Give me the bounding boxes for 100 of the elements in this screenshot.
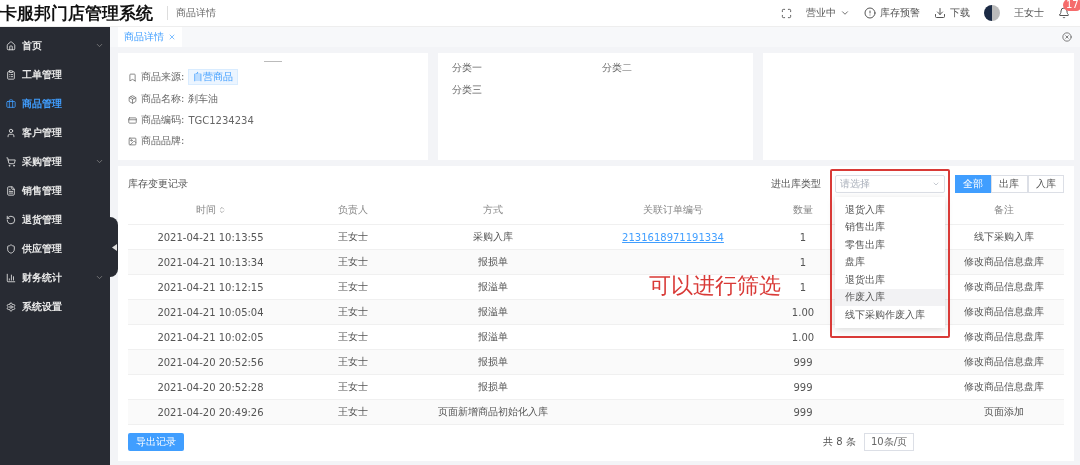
total-count: 共 8 条 xyxy=(823,435,856,449)
table-cell-text: 2021-04-21 10:05:04 xyxy=(156,306,265,318)
sidebar-item[interactable]: 客户管理 xyxy=(0,118,110,147)
table-cell-text: 修改商品信息盘库 xyxy=(962,255,1045,269)
clipboard-icon xyxy=(6,69,16,80)
toolbar-action[interactable]: 下载 xyxy=(934,6,970,20)
cart-icon xyxy=(6,156,16,167)
table-cell-text: 报溢单 xyxy=(477,280,509,294)
table-cell-text: 修改商品信息盘库 xyxy=(962,305,1045,319)
sidebar-item[interactable]: 商品管理 xyxy=(0,89,110,118)
category-label: 分类二 xyxy=(602,61,633,75)
home-icon xyxy=(6,40,16,51)
table-cell-text: 采购入库 xyxy=(472,230,514,244)
table-cell-text: 王女士 xyxy=(337,330,369,344)
sidebar-item[interactable]: 供应管理 xyxy=(0,234,110,263)
app-logo: 卡服邦门店管理系统 xyxy=(0,1,153,25)
table-cell-text: 2021-04-20 20:49:26 xyxy=(156,406,265,418)
avatar[interactable] xyxy=(984,5,1000,21)
column-header: 方式 xyxy=(482,203,504,217)
sidebar-item[interactable]: 系统设置 xyxy=(0,292,110,321)
category-label: 分类一 xyxy=(452,61,483,75)
chevron-icon xyxy=(840,8,850,18)
field-value: TGC1234234 xyxy=(188,114,254,126)
table-cell-text: 2021-04-21 10:02:05 xyxy=(156,331,265,343)
table-cell-text: 修改商品信息盘库 xyxy=(962,280,1045,294)
undo-icon xyxy=(6,214,16,225)
dropdown-option[interactable]: 线下采购作废入库 xyxy=(835,306,945,324)
table-cell-text: 线下采购入库 xyxy=(972,230,1035,244)
dropdown-option[interactable]: 零售出库 xyxy=(835,236,945,254)
settings-icon xyxy=(6,301,16,312)
close-all-icon[interactable] xyxy=(1062,32,1072,42)
segment-button[interactable]: 出库 xyxy=(991,175,1028,193)
table-cell-text: 王女士 xyxy=(337,405,369,419)
breadcrumb: 商品详情 xyxy=(167,6,216,20)
table-cell-text: 王女士 xyxy=(337,355,369,369)
table-cell-text: 1 xyxy=(798,256,808,268)
panel-title: 库存变更记录 xyxy=(128,177,188,191)
table-cell-text: 页面新增商品初始化入库 xyxy=(437,405,549,419)
annotation-text: 可以进行筛选 xyxy=(649,272,781,300)
column-header[interactable]: 时间 xyxy=(128,203,293,217)
user-name[interactable]: 王女士 xyxy=(1014,6,1044,20)
user-icon xyxy=(6,127,16,138)
sidebar-item[interactable]: 工单管理 xyxy=(0,60,110,89)
collapse-handle[interactable] xyxy=(110,217,118,277)
page-size-select[interactable]: 10条/页 xyxy=(863,433,914,451)
sidebar-item[interactable]: 销售管理 xyxy=(0,176,110,205)
dropdown-option[interactable]: 退货出库 xyxy=(835,271,945,289)
chevron-icon xyxy=(932,180,940,188)
fullscreen-icon[interactable] xyxy=(781,7,792,19)
table-cell-text: 王女士 xyxy=(337,230,369,244)
bar-chart-icon xyxy=(6,272,16,283)
category-label: 分类三 xyxy=(452,83,483,97)
table-cell-text: 王女士 xyxy=(337,280,369,294)
table-cell-text: 王女士 xyxy=(337,305,369,319)
table-cell-text: 2021-04-21 10:13:34 xyxy=(156,256,265,268)
box-icon xyxy=(128,94,137,104)
table-cell-text: 页面添加 xyxy=(982,405,1025,419)
table-cell-text: 1 xyxy=(798,231,808,243)
table-cell-text: 2021-04-21 10:13:55 xyxy=(156,231,265,243)
segment-button[interactable]: 入库 xyxy=(1027,175,1064,193)
sidebar-item[interactable]: 财务统计 xyxy=(0,263,110,292)
field-label: 商品来源: xyxy=(141,70,185,84)
download-icon xyxy=(934,7,946,19)
status-dropdown[interactable]: 营业中 xyxy=(806,6,850,20)
table-cell-text: 999 xyxy=(792,381,814,393)
table-cell-text: 王女士 xyxy=(337,380,369,394)
column-header: 负责人 xyxy=(337,203,369,217)
field-label: 商品品牌: xyxy=(141,134,185,148)
alert-icon xyxy=(864,7,876,19)
toolbar-action[interactable]: 库存预警 xyxy=(864,6,920,20)
column-header: 数量 xyxy=(792,203,814,217)
field-label: 商品编码: xyxy=(141,113,185,127)
table-cell-text: 2021-04-21 10:12:15 xyxy=(156,281,265,293)
table-cell-text: 2021-04-20 20:52:28 xyxy=(156,381,265,393)
table-cell-text: 修改商品信息盘库 xyxy=(962,330,1045,344)
sidebar-item[interactable]: 首页 xyxy=(0,31,110,60)
filter-label: 进出库类型 xyxy=(771,177,821,191)
image-icon xyxy=(128,136,137,146)
bookmark-icon xyxy=(128,72,137,82)
dropdown-option[interactable]: 退货入库 xyxy=(835,201,945,219)
table-cell-text: 1.00 xyxy=(790,306,816,318)
briefcase-icon xyxy=(6,98,16,109)
table-cell-text: 王女士 xyxy=(337,255,369,269)
sidebar-item[interactable]: 采购管理 xyxy=(0,147,110,176)
field-label: 商品名称: xyxy=(141,92,185,106)
notification-badge: 17 xyxy=(1063,0,1080,11)
table-cell-text: 1 xyxy=(798,281,808,293)
sidebar-item[interactable]: 退货管理 xyxy=(0,205,110,234)
table-cell-text: 报损单 xyxy=(477,355,509,369)
bell-icon[interactable] xyxy=(1058,7,1070,19)
table-cell-text: 报损单 xyxy=(477,255,509,269)
column-header: 关联订单编号 xyxy=(642,203,704,217)
table-cell-text: 999 xyxy=(792,356,814,368)
column-header: 备注 xyxy=(992,203,1015,217)
table-cell-text: 报溢单 xyxy=(477,305,509,319)
table-cell-text: 报损单 xyxy=(477,380,509,394)
field-value: 刹车油 xyxy=(188,92,219,106)
table-cell-text: 2021-04-20 20:52:56 xyxy=(156,356,265,368)
table-cell-text: 修改商品信息盘库 xyxy=(962,355,1045,369)
table-cell-text: 修改商品信息盘库 xyxy=(962,380,1045,394)
